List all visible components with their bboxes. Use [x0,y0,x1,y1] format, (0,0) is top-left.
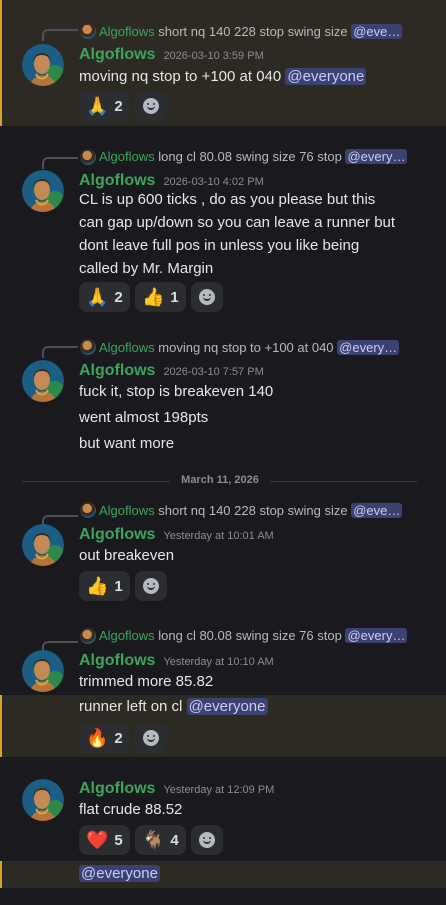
reply-preview[interactable]: Algoflows short nq 140 228 stop swing si… [99,503,429,518]
author-name[interactable]: Algoflows 2026-03-10 3:59 PM [79,46,264,64]
fire-emoji-icon: 🔥 [86,728,109,748]
mention-highlight [0,861,446,888]
add-reaction-button[interactable] [191,825,223,855]
message-text: moving nq stop to +100 at 040 @everyone [79,68,367,85]
author-name[interactable]: Algoflows Yesterday at 10:10 AM [79,652,274,670]
reaction[interactable]: 🐐 4 [135,825,186,855]
timestamp: 2026-03-10 7:57 PM [163,366,264,378]
reply-text: long cl 80.08 swing size 76 stop [158,628,342,643]
reaction-count: 2 [114,288,123,306]
avatar[interactable] [22,524,64,566]
timestamp: 2026-03-10 3:59 PM [163,50,264,62]
reply-avatar [80,23,96,39]
reply-avatar [80,502,96,518]
reply-preview[interactable]: Algoflows long cl 80.08 swing size 76 st… [99,628,429,643]
reply-mention: @eve… [351,503,403,518]
reaction-count: 4 [170,831,179,849]
reply-text: moving nq stop to +100 at 040 [158,340,334,355]
add-reaction-icon [143,730,159,746]
add-reaction-button[interactable] [135,91,167,121]
goat-emoji-icon: 🐐 [142,830,165,850]
thumbs-up-emoji-icon: 👍 [86,576,109,596]
reaction-count: 1 [114,577,123,595]
reply-avatar [80,339,96,355]
mention[interactable]: @everyone [285,68,367,85]
reply-mention: @eve… [351,24,403,39]
reaction[interactable]: 🙏 2 [79,282,130,312]
pray-emoji-icon: 🙏 [86,287,109,307]
author-name[interactable]: Algoflows Yesterday at 12:09 PM [79,780,274,798]
message-text-line: went almost 198pts [79,409,209,426]
reply-avatar [80,628,96,644]
add-reaction-icon [199,832,215,848]
reply-author: Algoflows [99,628,155,643]
mention[interactable]: @everyone [79,865,160,882]
reply-mention: @every… [337,340,400,355]
reply-connector [42,157,78,169]
reply-author: Algoflows [99,24,155,39]
author-name[interactable]: Algoflows 2026-03-10 4:02 PM [79,172,264,190]
reaction[interactable]: 👍 1 [135,282,186,312]
heart-emoji-icon: ❤️ [86,830,109,850]
message-text-line: fuck it, stop is breakeven 140 [79,383,274,400]
author-name[interactable]: Algoflows 2026-03-10 7:57 PM [79,362,264,380]
reaction[interactable]: ❤️ 5 [79,825,130,855]
timestamp: 2026-03-10 4:02 PM [163,176,264,188]
author-name[interactable]: Algoflows Yesterday at 10:01 AM [79,526,274,544]
message-text-line: @everyone [79,863,160,885]
reply-preview[interactable]: Algoflows short nq 140 228 stop swing si… [99,24,429,39]
add-reaction-button[interactable] [191,282,223,312]
reply-mention: @every… [345,149,408,164]
message-text-line: can gap up/down so you can leave a runne… [79,214,396,231]
message-text-line: flat crude 88.52 [79,801,183,818]
reply-preview[interactable]: Algoflows moving nq stop to +100 at 040 … [99,340,429,355]
reaction[interactable]: 🔥 2 [79,723,130,753]
reply-author: Algoflows [99,503,155,518]
avatar[interactable] [22,650,64,692]
message-text-line: dont leave full pos in unless you like b… [79,237,360,254]
message-text-line: but want more [79,435,175,452]
message-text-line: CL is up 600 ticks , do as you please bu… [79,191,376,208]
pray-emoji-icon: 🙏 [86,96,109,116]
add-reaction-button[interactable] [135,571,167,601]
reply-text: short nq 140 228 stop swing size [158,24,348,39]
reply-author: Algoflows [99,149,155,164]
mention[interactable]: @everyone [186,698,268,715]
reply-author: Algoflows [99,340,155,355]
message-text-line: called by Mr. Margin [79,260,214,277]
reply-text: short nq 140 228 stop swing size [158,503,348,518]
reaction[interactable]: 👍 1 [79,571,130,601]
add-reaction-icon [199,289,215,305]
message-text-line: out breakeven [79,547,175,564]
thumbs-up-emoji-icon: 👍 [142,287,165,307]
avatar[interactable] [22,44,64,86]
add-reaction-button[interactable] [135,723,167,753]
reaction-count: 2 [114,729,123,747]
reaction[interactable]: 🙏 2 [79,91,130,121]
avatar[interactable] [22,779,64,821]
reply-text: long cl 80.08 swing size 76 stop [158,149,342,164]
reaction-count: 5 [114,831,123,849]
reply-connector [42,346,78,358]
avatar[interactable] [22,170,64,212]
reply-preview[interactable]: Algoflows long cl 80.08 swing size 76 st… [99,149,429,164]
timestamp: Yesterday at 12:09 PM [163,784,275,796]
message-text-line: trimmed more 85.82 [79,673,214,690]
avatar[interactable] [22,360,64,402]
timestamp: Yesterday at 10:01 AM [163,530,274,542]
add-reaction-icon [143,578,159,594]
reaction-count: 2 [114,97,123,115]
reply-avatar [80,149,96,165]
reply-connector [42,29,78,41]
date-divider-label: March 11, 2026 [170,474,270,486]
timestamp: Yesterday at 10:10 AM [163,656,274,668]
message-text-line: runner left on cl @everyone [79,698,268,715]
add-reaction-icon [143,98,159,114]
reaction-count: 1 [170,288,179,306]
reply-mention: @every… [345,628,408,643]
